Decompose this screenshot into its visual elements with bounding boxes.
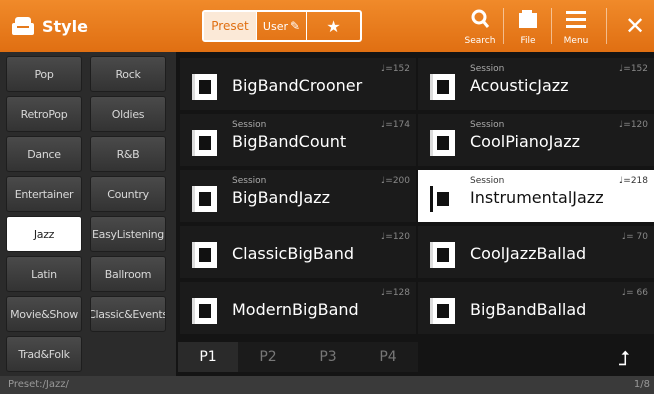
style-name: InstrumentalJazz [470, 188, 604, 207]
style-tempo: ♩=152 [381, 64, 410, 74]
jazz-style-icon [192, 74, 217, 100]
jazz-style-icon [192, 242, 217, 268]
divider [606, 8, 607, 44]
style-item[interactable]: Session AcousticJazz ♩=152 [418, 58, 654, 110]
up-arrow-icon: ⮥ [618, 346, 630, 370]
style-item[interactable]: Session BigBandCount ♩=174 [180, 114, 416, 166]
category-easylistening[interactable]: EasyListening [90, 216, 166, 252]
style-tempo: ♩=174 [381, 120, 410, 130]
category-rock[interactable]: Rock [90, 56, 166, 92]
status-bar: Preset:/Jazz/ 1/8 [0, 376, 654, 394]
style-list: BigBandCrooner ♩=152 Session AcousticJaz… [176, 52, 654, 340]
category-jazz[interactable]: Jazz [6, 216, 82, 252]
divider [503, 8, 504, 44]
style-tempo: ♩=128 [381, 288, 410, 298]
style-name: CoolJazzBallad [470, 244, 587, 263]
style-item-selected[interactable]: Session InstrumentalJazz ♩=218 [418, 170, 654, 222]
category-oldies[interactable]: Oldies [90, 96, 166, 132]
style-tempo: ♩= 66 [621, 288, 648, 298]
menu-button[interactable]: Menu [556, 6, 596, 48]
style-name: BigBandCount [232, 132, 347, 151]
category-panel: Pop Rock RetroPop Oldies Dance R&B Enter… [0, 52, 176, 376]
category-country[interactable]: Country [90, 176, 166, 212]
jazz-style-icon [192, 298, 217, 324]
current-path: Preset:/Jazz/ [8, 379, 69, 390]
style-tag: Session [232, 176, 267, 186]
category-pop[interactable]: Pop [6, 56, 82, 92]
file-icon [519, 10, 537, 28]
style-tempo: ♩=218 [619, 176, 648, 186]
style-name: BigBandCrooner [232, 76, 363, 95]
category-retropop[interactable]: RetroPop [6, 96, 82, 132]
style-tag: Session [470, 176, 505, 186]
category-entertainer[interactable]: Entertainer [6, 176, 82, 212]
style-name: AcousticJazz [470, 76, 569, 95]
style-tempo: ♩=120 [619, 120, 648, 130]
file-button[interactable]: File [508, 6, 548, 48]
page-tab-p3[interactable]: P3 [298, 342, 358, 372]
menu-label: Menu [563, 36, 589, 46]
style-name: CoolPianoJazz [470, 132, 580, 151]
page-indicator: 1/8 [633, 379, 650, 390]
tab-user[interactable]: User ✎ [256, 12, 306, 40]
category-trad-folk[interactable]: Trad&Folk [6, 336, 82, 372]
source-tabs: Preset User ✎ ★ [202, 10, 362, 42]
style-tag: Session [232, 120, 267, 130]
style-tag: Session [470, 64, 505, 74]
category-dance[interactable]: Dance [6, 136, 82, 172]
style-item[interactable]: ClassicBigBand ♩=120 [180, 226, 416, 278]
search-label: Search [464, 36, 496, 46]
style-item[interactable]: Session CoolPianoJazz ♩=120 [418, 114, 654, 166]
search-icon [471, 9, 490, 28]
category-latin[interactable]: Latin [6, 256, 82, 292]
style-name: ClassicBigBand [232, 244, 354, 263]
tab-favorite[interactable]: ★ [306, 12, 360, 40]
up-folder-button[interactable]: ⮥ [604, 344, 644, 372]
style-name: BigBandBallad [470, 300, 587, 319]
category-movie-show[interactable]: Movie&Show [6, 296, 82, 332]
style-tag: Session [470, 120, 505, 130]
style-item[interactable]: CoolJazzBallad ♩= 70 [418, 226, 654, 278]
divider [551, 8, 552, 44]
page-bar: P1 P2 P3 P4 ⮥ [176, 340, 654, 376]
jazz-style-icon [192, 130, 217, 156]
style-item[interactable]: BigBandCrooner ♩=152 [180, 58, 416, 110]
search-button[interactable]: Search [460, 6, 500, 48]
jazz-style-icon [430, 298, 455, 324]
category-rnb[interactable]: R&B [90, 136, 166, 172]
menu-icon [566, 11, 586, 28]
tab-preset[interactable]: Preset [204, 12, 256, 40]
page-tab-p1[interactable]: P1 [178, 342, 238, 372]
page-tab-p4[interactable]: P4 [358, 342, 418, 372]
close-button[interactable]: ✕ [620, 10, 650, 42]
style-name: BigBandJazz [232, 188, 330, 207]
page-tab-p2[interactable]: P2 [238, 342, 298, 372]
file-label: File [520, 36, 536, 46]
style-name: ModernBigBand [232, 300, 359, 319]
jazz-style-icon [192, 186, 217, 212]
style-tempo: ♩=200 [381, 176, 410, 186]
title-label: Style [42, 16, 88, 36]
style-tempo: ♩=152 [619, 64, 648, 74]
category-classic-events[interactable]: Classic&Events [90, 296, 166, 332]
jazz-style-icon [430, 74, 455, 100]
style-tempo: ♩= 70 [621, 232, 648, 242]
category-ballroom[interactable]: Ballroom [90, 256, 166, 292]
style-item[interactable]: ModernBigBand ♩=128 [180, 282, 416, 334]
style-icon [12, 17, 34, 35]
tab-user-label: User [262, 19, 288, 33]
header-bar: Style Preset User ✎ ★ Search File Menu ✕ [0, 0, 654, 52]
style-tempo: ♩=120 [381, 232, 410, 242]
style-window: Style Preset User ✎ ★ Search File Menu ✕… [0, 0, 654, 394]
jazz-style-icon [430, 130, 455, 156]
style-item[interactable]: BigBandBallad ♩= 66 [418, 282, 654, 334]
window-title: Style [12, 12, 88, 40]
jazz-style-icon [430, 242, 455, 268]
jazz-style-icon [430, 186, 455, 212]
style-item[interactable]: Session BigBandJazz ♩=200 [180, 170, 416, 222]
pencil-icon: ✎ [290, 19, 301, 33]
